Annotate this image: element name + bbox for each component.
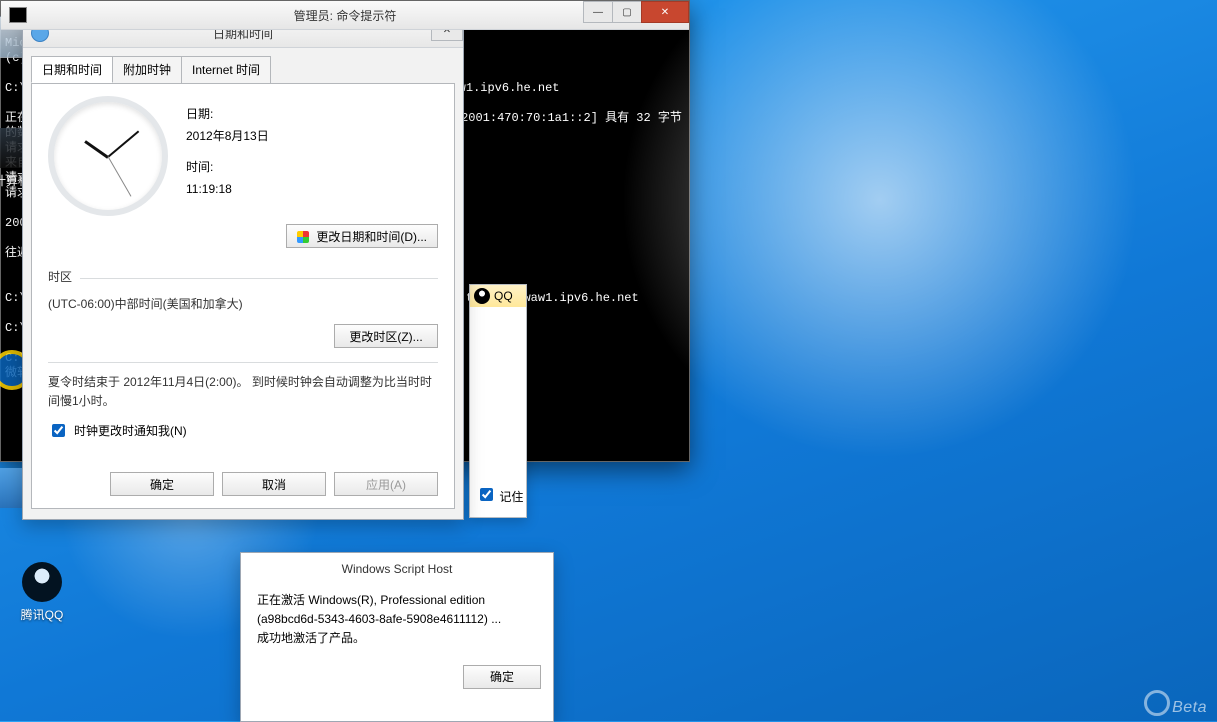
qq-title: QQ — [494, 289, 513, 303]
tab-strip: 日期和时间 附加时钟 Internet 时间 — [31, 56, 455, 83]
shield-icon — [297, 231, 309, 243]
wsh-messagebox: Windows Script Host 正在激活 Windows(R), Pro… — [240, 552, 554, 722]
qq-penguin-icon — [474, 288, 490, 304]
minimize-button[interactable]: — — [583, 1, 613, 23]
datetime-dialog: 日期和时间 ✕ 日期和时间 附加时钟 Internet 时间 日期: 2012年… — [22, 18, 464, 520]
wsh-line: 成功地激活了产品。 — [257, 629, 537, 648]
wsh-body: 正在激活 Windows(R), Professional edition (a… — [241, 585, 553, 649]
qq-remember-input[interactable] — [480, 488, 493, 501]
tab-internet-time[interactable]: Internet 时间 — [181, 56, 271, 83]
date-value: 2012年8月13日 — [186, 126, 269, 148]
hour-hand — [84, 140, 109, 159]
qq-penguin-icon — [22, 562, 62, 602]
change-datetime-button[interactable]: 更改日期和时间(D)... — [286, 224, 438, 248]
analog-clock — [48, 96, 168, 216]
watermark: Beta — [1144, 690, 1207, 717]
wsh-titlebar[interactable]: Windows Script Host — [241, 553, 553, 585]
notify-checkbox-input[interactable] — [52, 424, 65, 437]
time-value: 11:19:18 — [186, 179, 269, 201]
watermark-ring-icon — [1144, 690, 1170, 716]
ok-button[interactable]: 确定 — [463, 665, 541, 689]
second-hand — [108, 156, 132, 196]
desktop-icon-qq[interactable]: 腾讯QQ — [6, 562, 78, 623]
time-label: 时间: — [186, 157, 269, 179]
dst-note: 夏令时结束于 2012年11月4日(2:00)。 到时候时钟会自动调整为比当时时… — [48, 373, 438, 411]
minute-hand — [107, 131, 139, 158]
desktop-icon-label: 腾讯QQ — [6, 606, 78, 623]
tab-panel: 日期: 2012年8月13日 时间: 11:19:18 更改日期和时间(D)..… — [31, 83, 455, 509]
cancel-button[interactable]: 取消 — [222, 472, 326, 496]
qq-titlebar[interactable]: QQ — [470, 285, 526, 307]
timezone-header: 时区 — [48, 268, 72, 285]
wsh-line: 正在激活 Windows(R), Professional edition — [257, 591, 537, 610]
qq-remember-checkbox[interactable]: 记住 — [476, 485, 523, 505]
qq-login-window[interactable]: QQ 记住 — [469, 284, 527, 518]
change-timezone-button[interactable]: 更改时区(Z)... — [334, 324, 438, 348]
apply-button[interactable]: 应用(A) — [334, 472, 438, 496]
background-flare — [620, 0, 1140, 460]
tab-datetime[interactable]: 日期和时间 — [31, 56, 113, 83]
maximize-button[interactable]: ▢ — [612, 1, 642, 23]
wsh-line: (a98bcd6d-5343-4603-8afe-5908e4611112) .… — [257, 610, 537, 629]
cmd-titlebar[interactable]: 管理员: 命令提示符 — ▢ ✕ — [1, 1, 689, 30]
tab-additional-clocks[interactable]: 附加时钟 — [112, 56, 182, 83]
date-label: 日期: — [186, 104, 269, 126]
window-title: Windows Script Host — [241, 562, 553, 576]
close-button[interactable]: ✕ — [641, 1, 689, 23]
timezone-value: (UTC-06:00)中部时间(美国和加拿大) — [48, 295, 438, 312]
notify-clock-change-checkbox[interactable]: 时钟更改时通知我(N) — [48, 421, 438, 440]
ok-button[interactable]: 确定 — [110, 472, 214, 496]
